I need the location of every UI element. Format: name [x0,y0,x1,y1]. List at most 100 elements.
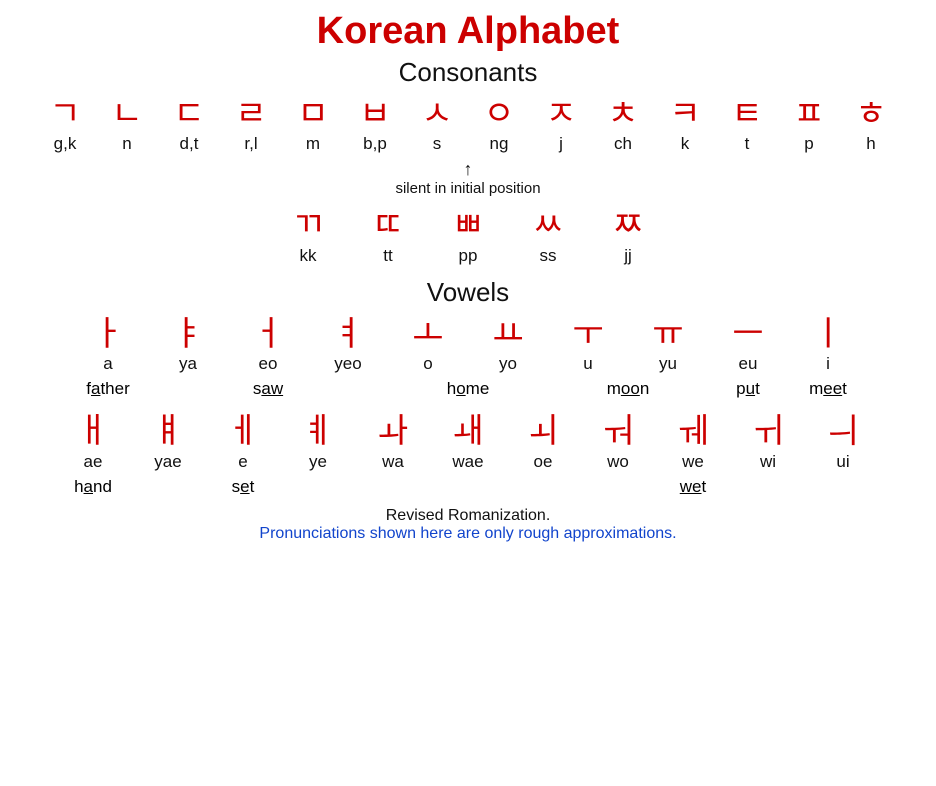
romanization: yae [154,451,181,473]
romanization: eu [739,353,758,375]
romanization: wi [760,451,776,473]
vowel2-cell: ㅢui [806,413,881,472]
korean-letter: ㅓ [252,316,283,353]
korean-letter: ㄴ [111,96,142,133]
vowel-cell: ㅕyeo [308,316,388,375]
korean-letter: ㅢ [827,413,858,450]
korean-letter: ㄷ [173,96,204,133]
vowel-cell: ㅑya [148,316,228,375]
consonant-cell: ㅎh [840,96,902,155]
romanization: yo [499,353,517,375]
romanization: r,l [244,133,257,155]
vowel2-cell: ㅟwi [731,413,806,472]
romanization: b,p [363,133,387,155]
consonant-cell: ㄴn [96,96,158,155]
vowel-example-word: moon [548,379,708,399]
romanization: oe [534,451,553,473]
vowels-row: ㅏaㅑyaㅓeoㅕyeoㅗoㅛyoㅜuㅠyuㅡeuㅣi [18,316,918,375]
vowels-row2: ㅐaeㅒyaeㅔeㅖyeㅘwaㅙwaeㅚoeㅝwoㅞweㅟwiㅢui [18,413,918,472]
main-container: Korean Alphabet Consonants ㄱg,kㄴnㄷd,tㄹr,… [18,10,918,543]
korean-letter: ㅣ [812,316,843,353]
vowel-cell: ㅗo [388,316,468,375]
consonant-cell: ㅅs [406,96,468,155]
double-consonant-cell: ㅃpp [428,207,508,266]
vowel2-cell: ㅒyae [131,413,206,472]
korean-letter: ㅇ [483,96,514,133]
vowel-cell: ㅏa [68,316,148,375]
vowel-example-word: home [388,379,548,399]
consonant-cell: ㅊch [592,96,654,155]
romanization: jj [624,245,632,267]
double-consonants: ㄲkkㄸttㅃppㅆssㅉjj [18,207,918,266]
romanization: wae [452,451,483,473]
korean-letter: ㅘ [377,413,408,450]
korean-letter: ㅛ [492,316,523,353]
vowel-cell: ㅜu [548,316,628,375]
double-consonant-cell: ㄲkk [268,207,348,266]
romanization: u [583,353,592,375]
romanization: tt [383,245,392,267]
romanization: h [866,133,875,155]
romanization: d,t [180,133,199,155]
korean-letter: ㅅ [421,96,452,133]
korean-letter: ㅚ [527,413,558,450]
double-consonant-cell: ㅆss [508,207,588,266]
romanization: ch [614,133,632,155]
korean-letter: ㅒ [152,413,183,450]
korean-letter: ㄹ [235,96,266,133]
consonants-row: ㄱg,kㄴnㄷd,tㄹr,lㅁmㅂb,pㅅsㅇngㅈjㅊchㅋkㅌtㅍpㅎh [18,96,918,155]
korean-letter: ㅟ [752,413,783,450]
consonant-cell: ㅌt [716,96,778,155]
page-title: Korean Alphabet [18,10,918,53]
vowel2-cell: ㅝwo [581,413,656,472]
vowel2-cell: ㅖye [281,413,356,472]
consonant-cell: ㄱg,k [34,96,96,155]
vowel-example-word: meet [788,379,868,399]
korean-letter: ㅈ [545,96,576,133]
romanization: kk [300,245,317,267]
romanization: p [804,133,813,155]
vowels-heading: Vowels [18,277,918,308]
korean-letter: ㄲ [292,207,323,244]
consonant-cell: ㅈj [530,96,592,155]
korean-letter: ㅃ [452,207,483,244]
vowel-example-word: put [708,379,788,399]
footer-line1: Revised Romanization. [18,507,918,525]
korean-letter: ㅋ [669,96,700,133]
romanization: ng [490,133,509,155]
consonants-heading: Consonants [18,57,918,88]
romanization: g,k [54,133,77,155]
vowel-cell: ㅛyo [468,316,548,375]
romanization: ya [179,353,197,375]
korean-letter: ㅏ [92,316,123,353]
korean-letter: ㅌ [731,96,762,133]
vowel2-cell: ㅐae [56,413,131,472]
footer: Revised Romanization. Pronunciations sho… [18,507,918,543]
romanization: wo [607,451,629,473]
romanization: s [433,133,442,155]
vowel2-example-word: set [206,477,281,497]
consonant-cell: ㅂb,p [344,96,406,155]
vowel2-cell: ㅙwae [431,413,506,472]
consonant-cell: ㅍp [778,96,840,155]
romanization: ae [84,451,103,473]
romanization: pp [459,245,478,267]
romanization: ss [540,245,557,267]
korean-letter: ㅗ [412,316,443,353]
korean-letter: ㅜ [572,316,603,353]
romanization: m [306,133,320,155]
korean-letter: ㅕ [332,316,363,353]
vowel2-cell: ㅔe [206,413,281,472]
korean-letter: ㅡ [732,316,763,353]
korean-letter: ㄸ [372,207,403,244]
vowel2-cell: ㅚoe [506,413,581,472]
romanization: yeo [334,353,361,375]
korean-letter: ㅞ [677,413,708,450]
consonant-cell: ㄷd,t [158,96,220,155]
vowel-example-word: father [68,379,148,399]
romanization: ye [309,451,327,473]
korean-letter: ㅝ [602,413,633,450]
korean-letter: ㅎ [855,96,886,133]
vowel-cell: ㅠyu [628,316,708,375]
double-consonant-cell: ㅉjj [588,207,668,266]
